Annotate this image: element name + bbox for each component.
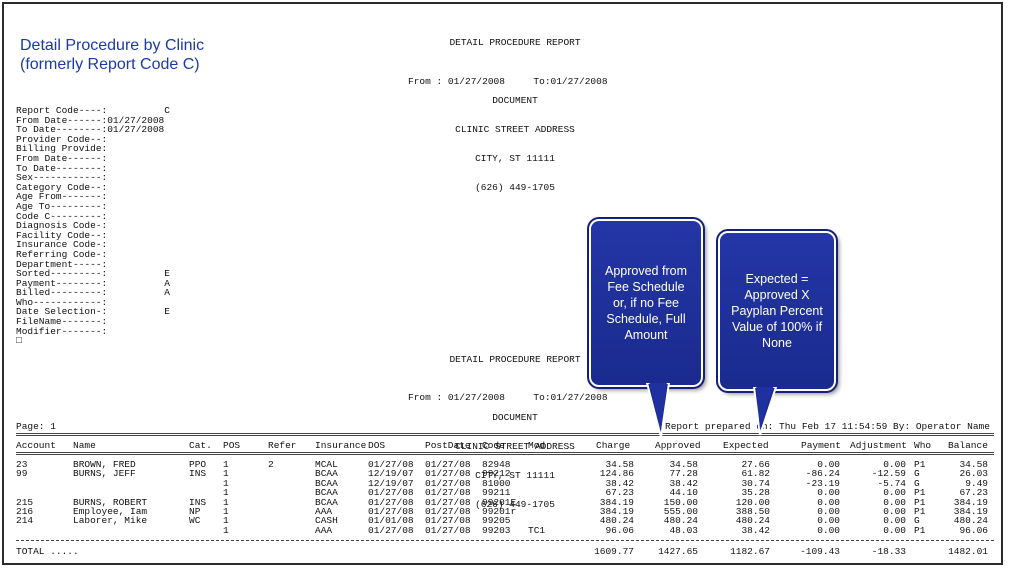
cell-refer: 2 — [268, 459, 274, 470]
callout-approved-text: Approved from Fee Schedule or, if no Fee… — [605, 264, 687, 342]
col-adjustment: Adjustment — [850, 440, 908, 451]
col-account: Account — [16, 440, 56, 451]
callout-approved-pointer — [645, 383, 671, 438]
header-line4: (626) 449-1705 — [475, 181, 555, 193]
callout-expected-text: Expected = Approved X Payplan Percent Va… — [731, 272, 823, 350]
header2-line1: DOCUMENT — [492, 412, 538, 424]
cell-ins: AAA — [315, 524, 333, 536]
report-prepared: Report prepared on: Thu Feb 17 11:54:59 … — [665, 421, 990, 432]
parameter-label: Modifier-------: — [16, 325, 108, 337]
col-charge: Charge — [596, 440, 631, 451]
col-expected: Expected — [723, 440, 769, 451]
callout-expected: Expected = Approved X Payplan Percent Va… — [716, 229, 838, 436]
cell-cat: INS — [189, 468, 207, 480]
cell-payment: 0.00 — [817, 524, 840, 536]
col-dos: DOS — [368, 440, 386, 451]
header-rule-top — [16, 433, 994, 436]
total-approved: 1427.65 — [658, 546, 698, 557]
cell-name: BURNS, JEFF — [73, 468, 136, 480]
parameter-label: □ — [16, 335, 22, 347]
date-range-second: From : 01/27/2008 To:01/27/2008 — [408, 392, 608, 403]
col-postdate: PostDate — [425, 440, 471, 451]
cell-approved: 48.03 — [669, 524, 698, 536]
cell-expected: 38.42 — [741, 524, 770, 536]
totals-rule — [16, 540, 994, 541]
header-line1: DOCUMENT — [492, 95, 538, 107]
col-name: Name — [73, 440, 96, 451]
overlay-title: Detail Procedure by Clinic (formerly Rep… — [20, 36, 204, 74]
total-expected: 1182.67 — [730, 546, 770, 557]
col-who: Who — [914, 440, 932, 451]
cell-charge: 96.06 — [605, 524, 634, 536]
col-code: Code — [482, 440, 505, 451]
callout-approved: Approved from Fee Schedule or, if no Fee… — [587, 217, 705, 438]
callout-expected-pointer — [752, 387, 778, 436]
report-header-top: DETAIL PROCEDURE REPORT DOCUMENT CLINIC … — [400, 19, 630, 202]
parameter-line: Modifier-------: — [16, 325, 170, 337]
cell-code: 99203 — [482, 524, 511, 536]
parameter-value: 01/27/2008 — [107, 124, 165, 136]
total-balance: 1482.01 — [948, 546, 988, 557]
cell-account: 99 — [16, 468, 28, 480]
total-charge: 1609.77 — [594, 546, 634, 557]
col-mod: Mod — [528, 440, 546, 451]
parameter-value: A — [107, 287, 170, 299]
date-range-top: From : 01/27/2008 To:01/27/2008 — [408, 76, 608, 87]
col-insurance: Insurance — [315, 440, 367, 451]
total-payment: -109.43 — [800, 546, 840, 557]
total-label: TOTAL ..... — [16, 546, 79, 557]
cell-pos: 1 — [223, 524, 229, 536]
cell-post: 01/27/08 — [425, 524, 471, 536]
parameter-line: □ — [16, 336, 170, 346]
col-pos: POS — [223, 440, 241, 451]
col-payment: Payment — [801, 440, 841, 451]
parameter-value: E — [107, 306, 170, 318]
header-line2: CLINIC STREET ADDRESS — [455, 123, 575, 135]
overlay-title-line1: Detail Procedure by Clinic — [20, 37, 205, 54]
col-balance: Balance — [948, 440, 988, 451]
col-cat: Cat. — [189, 440, 212, 451]
cell-cat: WC — [189, 515, 201, 527]
header-line3: CITY, ST 11111 — [475, 152, 555, 164]
report-title: DETAIL PROCEDURE REPORT — [449, 37, 581, 49]
cell-name: Laborer, Mike — [73, 515, 148, 527]
page-number: Page: 1 — [16, 421, 56, 432]
total-adjustment: -18.33 — [871, 546, 906, 557]
header-rule-bottom — [16, 452, 994, 455]
cell-dos: 01/27/08 — [368, 524, 414, 536]
overlay-title-line2: (formerly Report Code C) — [20, 56, 200, 73]
col-approved: Approved — [655, 440, 701, 451]
cell-adjustment: 0.00 — [883, 524, 906, 536]
col-refer: Refer — [268, 440, 297, 451]
cell-balance: 96.06 — [959, 524, 988, 536]
cell-account: 214 — [16, 515, 34, 527]
cell-mod: TC1 — [528, 524, 546, 536]
parameters-block: Report Code----: C From Date------:01/27/… — [16, 106, 170, 346]
